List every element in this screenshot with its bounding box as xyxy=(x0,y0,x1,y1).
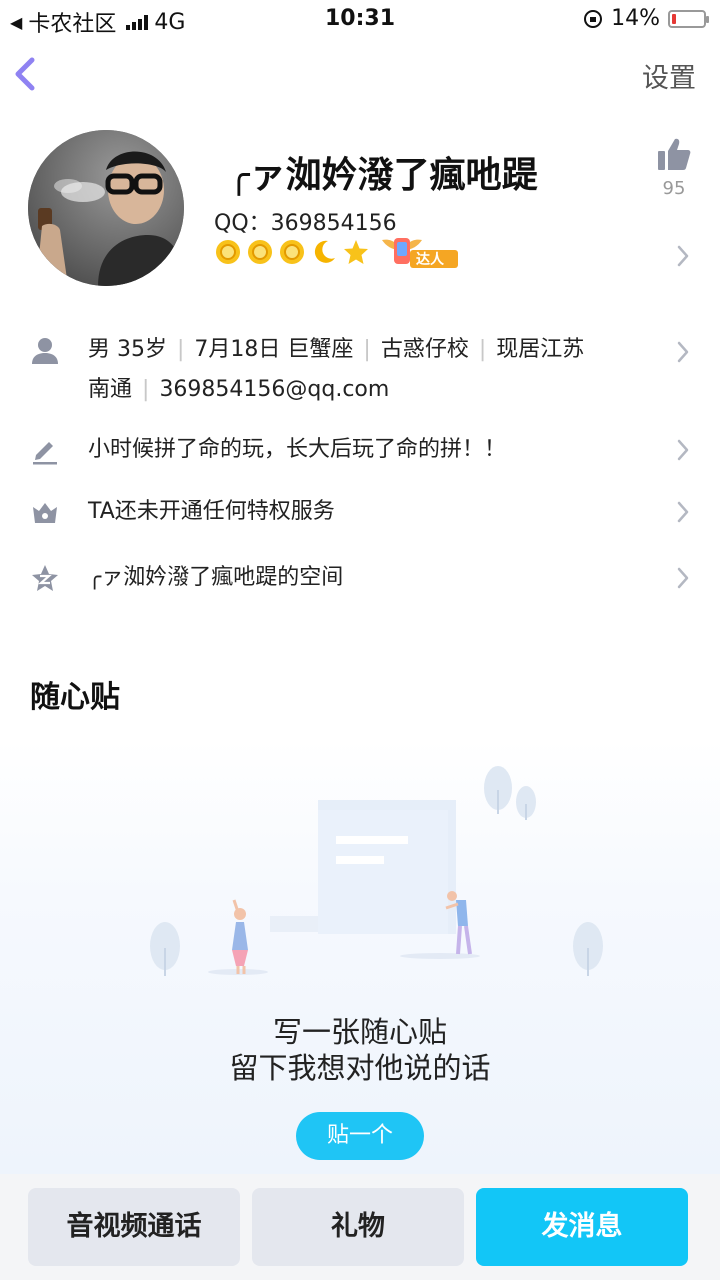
avatar[interactable] xyxy=(28,130,184,286)
gift-button[interactable]: 礼物 xyxy=(252,1188,464,1266)
person-icon xyxy=(32,338,58,364)
chevron-right-icon[interactable] xyxy=(676,566,690,590)
back-arrow-icon[interactable] xyxy=(8,54,44,94)
qzone-text: ╭ァ洳妗潑了瘋吔踶的空间 xyxy=(88,565,344,590)
talent-badge-label: 达人 xyxy=(416,252,444,268)
chevron-right-icon[interactable] xyxy=(676,244,690,268)
notes-empty-text: 写一张随心贴 留下我想对他说的话 xyxy=(0,1014,720,1086)
email: 369854156@qq.com xyxy=(159,377,390,402)
notes-empty-state xyxy=(0,740,720,1176)
hometown: 古惑仔校 xyxy=(380,337,469,362)
status-bar: ◀ 卡农社区 4G 10:31 14% xyxy=(0,0,720,38)
privilege-text: TA还未开通任何特权服务 xyxy=(88,499,335,524)
qq-number: QQ：369854156 xyxy=(214,211,397,236)
rotation-lock-icon xyxy=(584,9,603,28)
chevron-right-icon[interactable] xyxy=(676,500,690,524)
bottom-action-bar: 音视频通话 礼物 发消息 xyxy=(0,1174,720,1280)
privilege-row[interactable]: TA还未开通任何特权服务 xyxy=(0,492,720,532)
signature-text: 小时候拼了命的玩，长大后玩了命的拼！！ xyxy=(88,437,507,462)
gender-age: 男 35岁 xyxy=(88,337,167,362)
moon-icon xyxy=(314,240,335,263)
talent-badge: 达人 xyxy=(378,234,462,270)
sun-icon xyxy=(280,240,304,264)
chevron-right-icon[interactable] xyxy=(676,438,690,462)
send-message-button[interactable]: 发消息 xyxy=(476,1188,688,1266)
birthday: 7月18日 巨蟹座 xyxy=(194,337,354,362)
sun-icon xyxy=(248,240,272,264)
star-icon xyxy=(344,240,368,264)
like-count: 95 xyxy=(662,178,686,199)
settings-button[interactable]: 设置 xyxy=(642,56,696,95)
level-badges[interactable]: 达人 xyxy=(214,234,462,270)
sun-icon xyxy=(216,240,240,264)
thumbs-up-icon xyxy=(658,138,691,170)
chevron-right-icon[interactable] xyxy=(676,340,690,364)
av-call-button[interactable]: 音视频通话 xyxy=(28,1188,240,1266)
crown-icon xyxy=(33,503,57,523)
notes-section-title: 随心贴 xyxy=(30,680,120,715)
profile-info-row[interactable]: 男 35岁 | 7月18日 巨蟹座 | 古惑仔校 | 现居江苏 南通 | 369854156@qq… xyxy=(0,330,720,410)
nickname: ╭ァ洳妗潑了瘋吔踶 xyxy=(228,155,538,196)
empty-notes-illustration xyxy=(150,766,603,976)
qzone-star-icon xyxy=(32,565,58,591)
qzone-row[interactable]: ╭ァ洳妗潑了瘋吔踶的空间 xyxy=(0,558,720,598)
like-button[interactable]: 95 xyxy=(654,136,694,199)
residence-city: 南通 xyxy=(88,377,133,402)
battery-percent: 14% xyxy=(611,6,660,31)
notes-empty-line2: 留下我想对他说的话 xyxy=(229,1051,491,1085)
signature-row[interactable]: 小时候拼了命的玩，长大后玩了命的拼！！ xyxy=(0,430,720,470)
notes-empty-line1: 写一张随心贴 xyxy=(272,1015,447,1049)
pencil-icon xyxy=(33,442,57,465)
battery-icon xyxy=(668,9,709,28)
residence: 现居江苏 xyxy=(496,337,585,362)
post-note-button[interactable]: 贴一个 xyxy=(296,1112,424,1160)
